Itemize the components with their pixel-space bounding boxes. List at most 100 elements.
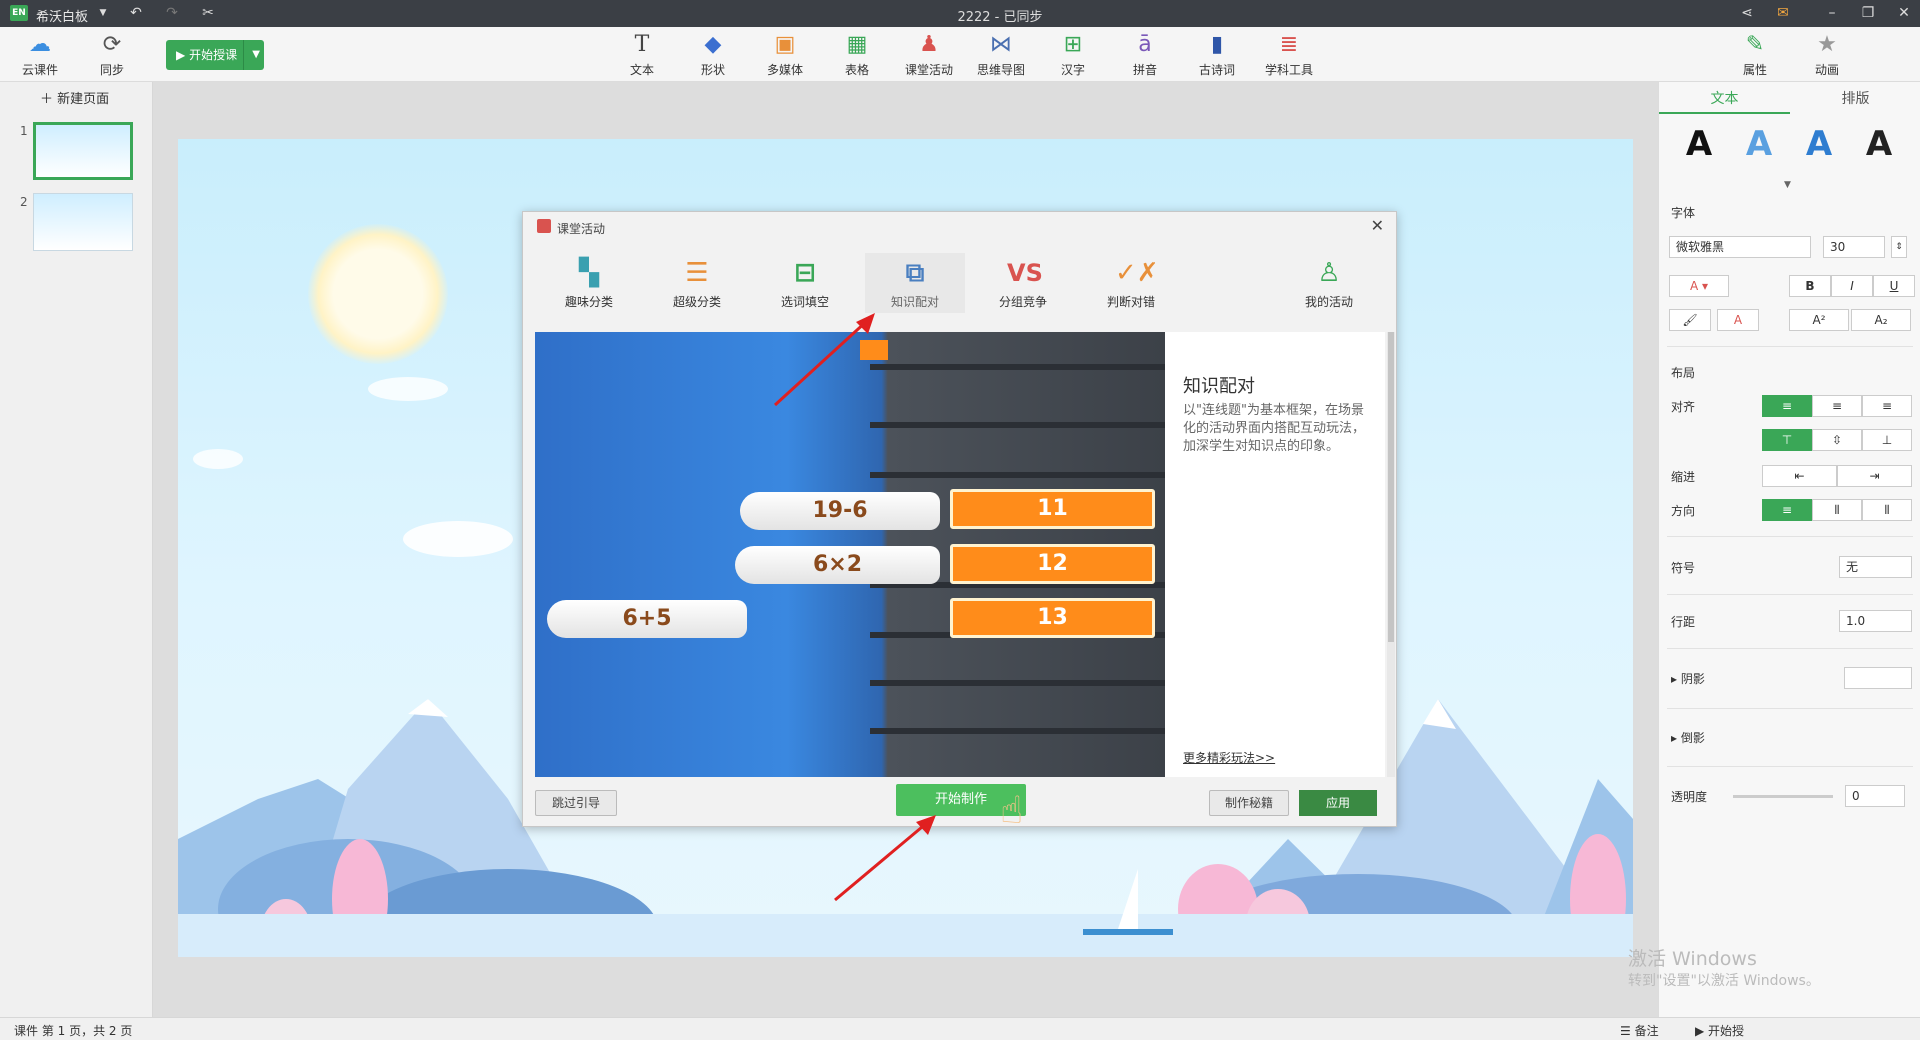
skip-guide-button[interactable]: 跳过引导 [535,790,617,816]
more-styles-chevron-icon[interactable]: ▼ [1784,180,1791,190]
tool-subject-tools[interactable]: ≣ 学科工具 [1259,31,1319,79]
more-ideas-link[interactable]: 更多精彩玩法>> [1183,749,1275,766]
subscript-button[interactable]: A₂ [1851,309,1911,331]
font-style-preset[interactable]: A [1799,124,1839,164]
font-style-preset[interactable]: A [1739,124,1779,164]
activity-my-activities[interactable]: ♙ 我的活动 [1289,257,1369,310]
indent-decrease-icon[interactable]: ⇤ [1762,465,1837,487]
font-size-stepper[interactable]: ⇕ [1891,236,1907,258]
tool-pinyin[interactable]: ā 拼音 [1115,31,1175,79]
tool-shape[interactable]: ◆ 形状 [683,31,743,79]
format-painter-icon[interactable]: 🖌 [1669,309,1711,331]
description-scrollbar[interactable] [1387,332,1395,777]
close-icon[interactable]: ✕ [1371,216,1384,235]
direction-vertical-rtl-icon[interactable]: ⦀ [1862,499,1912,521]
tool-properties[interactable]: ✎ 属性 [1725,31,1785,79]
activity-super-category[interactable]: ☰ 超级分类 [657,257,737,310]
font-style-preset[interactable]: A [1859,124,1899,164]
main-toolbar: ☁ 云课件 ⟳ 同步 ▶ 开始授课 ▼ T 文本 ◆ 形状 ▣ 多媒体 ▦ 表格… [0,27,1920,82]
tool-class-activity[interactable]: ♟ 课堂活动 [899,31,959,79]
super-category-icon: ☰ [685,258,709,288]
opacity-slider[interactable] [1733,795,1833,798]
activity-fill-blank[interactable]: ⊟ 选词填空 [765,257,845,310]
activity-knowledge-pairing[interactable]: ⧉ 知识配对 [865,253,965,313]
plus-icon: ＋ [40,92,54,107]
table-icon: ▦ [846,32,868,57]
align-center-icon[interactable]: ≡ [1812,395,1862,417]
tool-media[interactable]: ▣ 多媒体 [755,31,815,79]
answer-box: 13 [950,598,1155,638]
notes-button[interactable]: ☰ 备注 [1620,1022,1659,1039]
font-style-preset[interactable]: A [1679,124,1719,164]
direction-vertical-icon[interactable]: ⦀ [1812,499,1862,521]
tab-text[interactable]: 文本 [1659,88,1790,114]
making-tips-button[interactable]: 制作秘籍 [1209,790,1289,816]
align-left-icon[interactable]: ≡ [1762,395,1812,417]
tab-layout[interactable]: 排版 [1790,88,1920,114]
redo-icon[interactable]: ↷ [162,4,182,23]
share-icon[interactable]: ⋖ [1737,4,1757,23]
tool-chinese-char[interactable]: ⊞ 汉字 [1043,31,1103,79]
app-logo: EN [10,5,28,21]
app-name[interactable]: 希沃白板 [36,6,88,25]
page-thumbnail-1[interactable] [33,122,133,180]
cloud-icon: ☁ [29,32,51,57]
red-arrow-annotation [773,313,875,407]
sync-button[interactable]: ⟳ 同步 [82,31,142,79]
align-bottom-icon[interactable]: ⊥ [1862,429,1912,451]
reflection-section[interactable]: ▸ 倒影 [1671,729,1705,746]
superscript-button[interactable]: A² [1789,309,1849,331]
symbol-select[interactable]: 无 [1839,556,1912,578]
mail-icon[interactable]: ✉ [1773,4,1793,23]
font-color-button[interactable]: A ▾ [1669,275,1729,297]
page-thumbnail-2[interactable] [33,193,133,251]
properties-panel: 文本 排版 A A A A ▼ 字体 微软雅黑 30 ⇕ A ▾ B I U 🖌… [1658,82,1920,1017]
direction-horizontal-icon[interactable]: ≡ [1762,499,1812,521]
shadow-select[interactable] [1844,667,1912,689]
status-start-button[interactable]: ▶ 开始授 [1695,1022,1744,1039]
clear-format-icon[interactable]: A [1717,309,1759,331]
undo-icon[interactable]: ↶ [126,4,146,23]
indent-increase-icon[interactable]: ⇥ [1837,465,1912,487]
shadow-section[interactable]: ▸ 阴影 [1671,670,1705,687]
scissors-icon[interactable]: ✂ [198,4,218,23]
hand-cursor-icon: ☝ [1000,788,1024,832]
tool-text[interactable]: T 文本 [612,31,672,79]
font-size-select[interactable]: 30 [1823,236,1885,258]
underline-button[interactable]: U [1873,275,1915,297]
true-false-icon: ✓✗ [1115,258,1159,288]
line-spacing-select[interactable]: 1.0 [1839,610,1912,632]
document-title[interactable]: 2222 - 已同步 [900,6,1100,25]
close-window-icon[interactable]: ✕ [1894,4,1914,23]
cloud-courseware-button[interactable]: ☁ 云课件 [10,31,70,79]
align-middle-icon[interactable]: ⇳ [1812,429,1862,451]
opacity-input[interactable]: 0 [1845,785,1905,807]
minimize-icon[interactable]: – [1822,4,1842,23]
description-text: 以"连线题"为基本框架，在场景化的活动界面内搭配互动玩法，加深学生对知识点的印象… [1183,403,1366,454]
start-lesson-button[interactable]: ▶ 开始授课 ▼ [166,40,264,70]
apply-button[interactable]: 应用 [1299,790,1377,816]
tool-poetry[interactable]: ▮ 古诗词 [1187,31,1247,79]
activity-fun-category[interactable]: ▚ 趣味分类 [549,257,629,310]
page-info: 课件 第 1 页，共 2 页 [14,1024,133,1038]
font-family-select[interactable]: 微软雅黑 [1669,236,1811,258]
italic-button[interactable]: I [1831,275,1873,297]
activity-group-competition[interactable]: VS 分组竞争 [983,257,1063,310]
tool-mindmap[interactable]: ⋈ 思维导图 [971,31,1031,79]
restore-icon[interactable]: ❐ [1858,4,1878,23]
status-bar: 课件 第 1 页，共 2 页 ☰ 备注 ▶ 开始授 [0,1017,1920,1040]
activity-true-false[interactable]: ✓✗ 判断对错 [1091,257,1171,310]
tool-animation[interactable]: ★ 动画 [1797,31,1857,79]
new-page-button[interactable]: ＋ 新建页面 [40,88,109,107]
app-menu-chevron-icon[interactable]: ▼ [93,4,113,23]
start-dropdown-chevron-icon[interactable]: ▼ [252,40,260,70]
fill-blank-icon: ⊟ [794,258,816,288]
align-top-icon[interactable]: ⊤ [1762,429,1812,451]
align-right-icon[interactable]: ≡ [1862,395,1912,417]
pinyin-icon: ā [1138,32,1152,57]
class-activity-dialog: 课堂活动 ✕ ▚ 趣味分类 ☰ 超级分类 ⊟ 选词填空 ⧉ 知识配对 VS 分组… [522,211,1397,827]
tool-table[interactable]: ▦ 表格 [827,31,887,79]
mindmap-icon: ⋈ [990,32,1012,57]
bold-button[interactable]: B [1789,275,1831,297]
red-arrow-annotation [834,815,936,902]
